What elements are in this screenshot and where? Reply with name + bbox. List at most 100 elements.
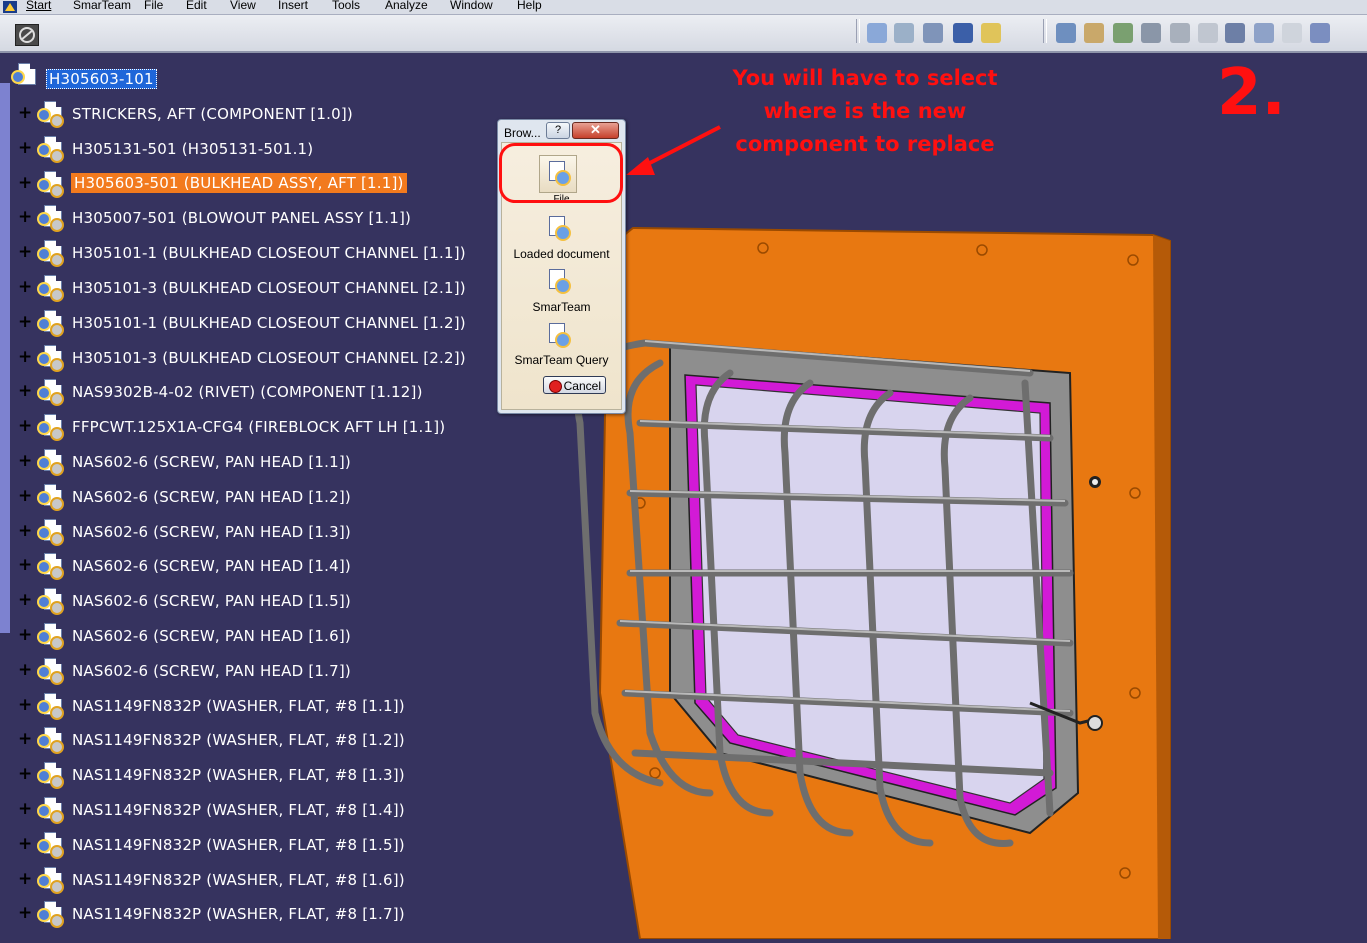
component-icon xyxy=(36,796,68,824)
menu-smarteam[interactable]: SmarTeam xyxy=(73,0,131,12)
toolbar xyxy=(0,15,1367,53)
expand-icon[interactable]: + xyxy=(18,661,32,678)
tree-node-label: H305131-501 (H305131-501.1) xyxy=(72,139,314,158)
menu-start[interactable]: Start xyxy=(26,0,51,12)
expand-icon[interactable]: + xyxy=(18,592,32,609)
toolbar-icon[interactable] xyxy=(1198,23,1218,43)
toolbar-icon[interactable] xyxy=(1141,23,1161,43)
tree-node-label: NAS602-6 (SCREW, PAN HEAD [1.6]) xyxy=(72,627,351,645)
expand-icon[interactable]: + xyxy=(18,835,32,852)
expand-icon[interactable]: + xyxy=(18,209,32,226)
toolbar-separator xyxy=(856,19,860,43)
menu-bar: Start SmarTeam File Edit View Insert Tools Anal… xyxy=(0,0,1367,15)
tree-node-label: NAS9302B-4-02 (RIVET) (COMPONENT [1.12]) xyxy=(72,383,423,402)
expand-icon[interactable]: + xyxy=(18,383,32,400)
expand-icon[interactable]: + xyxy=(18,244,32,261)
toolbar-icon[interactable] xyxy=(953,23,973,43)
expand-icon[interactable]: + xyxy=(18,557,32,574)
menu-edit[interactable]: Edit xyxy=(186,0,207,12)
component-icon xyxy=(36,204,68,233)
tree-node-label: NAS1149FN832P (WASHER, FLAT, #8 [1.3]) xyxy=(72,766,405,785)
toolbar-icon[interactable] xyxy=(1056,23,1076,43)
tree-node-label: NAS602-6 (SCREW, PAN HEAD [1.4]) xyxy=(72,557,351,576)
smarteam-option-button[interactable] xyxy=(539,263,577,301)
menu-help[interactable]: Help xyxy=(517,0,542,12)
toolbar-icon[interactable] xyxy=(867,23,887,43)
expand-icon[interactable]: + xyxy=(18,453,32,470)
toolbar-separator xyxy=(1043,19,1047,43)
cancel-button[interactable]: Cancel xyxy=(543,376,606,394)
expand-icon[interactable]: + xyxy=(18,627,32,644)
expand-icon[interactable]: + xyxy=(18,731,32,748)
tree-scroll-strip[interactable] xyxy=(0,83,10,633)
expand-icon[interactable]: + xyxy=(18,418,32,435)
menu-file[interactable]: File xyxy=(144,0,163,12)
component-icon xyxy=(36,726,68,755)
component-icon xyxy=(36,274,68,302)
tree-node-label: NAS602-6 (SCREW, PAN HEAD [1.2]) xyxy=(72,487,351,506)
annotation-line: where is the new xyxy=(763,99,967,123)
expand-icon[interactable]: + xyxy=(18,487,32,504)
tree-node-label: H305101-3 (BULKHEAD CLOSEOUT CHANNEL [2.… xyxy=(72,348,466,367)
menu-view[interactable]: View xyxy=(230,0,256,12)
cancel-label: Cancel xyxy=(563,379,601,393)
toolbar-icon[interactable] xyxy=(981,23,1001,43)
annotation-line: component to replace xyxy=(735,132,995,156)
component-icon xyxy=(36,135,68,163)
toolbar-icon[interactable] xyxy=(1084,23,1104,43)
expand-icon[interactable]: + xyxy=(18,801,32,818)
menu-window[interactable]: Window xyxy=(450,0,493,12)
tree-node-label: NAS602-6 (SCREW, PAN HEAD [1.3]) xyxy=(72,522,351,541)
toolbar-icon[interactable] xyxy=(923,23,943,43)
loaded-document-option-button[interactable] xyxy=(539,210,577,248)
component-icon xyxy=(36,692,68,720)
tree-node-label: NAS1149FN832P (WASHER, FLAT, #8 [1.6]) xyxy=(72,870,405,889)
toolbar-icon[interactable] xyxy=(1254,23,1274,43)
component-icon xyxy=(36,587,68,616)
tree-node-label: NAS1149FN832P (WASHER, FLAT, #8 [1.4]) xyxy=(72,801,405,819)
toolbar-icon[interactable] xyxy=(894,23,914,43)
component-icon xyxy=(36,900,68,929)
tree-node-label: H305101-3 (BULKHEAD CLOSEOUT CHANNEL [2.… xyxy=(72,279,466,297)
tree-node-label: STRICKERS, AFT (COMPONENT [1.0]) xyxy=(72,105,353,123)
component-icon xyxy=(36,413,68,442)
close-button[interactable]: ✕ xyxy=(572,122,619,139)
catia-logo-icon[interactable] xyxy=(0,0,20,14)
smarteam-option-label: SmarTeam xyxy=(532,300,591,314)
component-icon xyxy=(36,378,68,407)
expand-icon[interactable]: + xyxy=(18,696,32,713)
toolbar-icon[interactable] xyxy=(1170,23,1190,43)
expand-icon[interactable]: + xyxy=(18,348,32,365)
expand-icon[interactable]: + xyxy=(18,313,32,330)
product-icon xyxy=(10,62,42,90)
smarteam-query-option-label: SmarTeam Query xyxy=(514,353,609,367)
help-button[interactable]: ? xyxy=(546,122,570,139)
instruction-annotation: You will have to select where is the new c… xyxy=(690,62,1040,161)
expand-icon[interactable]: + xyxy=(18,766,32,783)
toolbar-icon[interactable] xyxy=(1225,23,1245,43)
expand-icon[interactable]: + xyxy=(18,174,32,191)
expand-icon[interactable]: + xyxy=(18,279,32,296)
menu-insert[interactable]: Insert xyxy=(278,0,308,12)
menu-tools[interactable]: Tools xyxy=(332,0,360,12)
toolbar-icon[interactable] xyxy=(1113,23,1133,43)
tree-node-label: NAS1149FN832P (WASHER, FLAT, #8 [1.7]) xyxy=(72,905,405,924)
toolbar-icon[interactable] xyxy=(1282,23,1302,43)
expand-icon[interactable]: + xyxy=(18,870,32,887)
expand-icon[interactable]: + xyxy=(18,139,32,156)
menu-analyze[interactable]: Analyze xyxy=(385,0,428,12)
tree-node-label: FFPCWT.125X1A-CFG4 (FIREBLOCK AFT LH [1.… xyxy=(72,418,446,437)
component-icon xyxy=(36,761,68,790)
tree-node-label: H305603-501 (BULKHEAD ASSY, AFT [1.1]) xyxy=(71,172,407,193)
component-icon xyxy=(36,170,68,198)
expand-icon[interactable]: + xyxy=(18,905,32,922)
component-icon xyxy=(36,552,68,581)
expand-icon[interactable]: + xyxy=(18,522,32,539)
compass-icon[interactable] xyxy=(15,24,39,46)
tree-root-label: H305603-101 xyxy=(46,69,157,89)
smarteam-query-option-button[interactable] xyxy=(539,317,577,355)
expand-icon[interactable]: + xyxy=(18,105,32,122)
component-icon xyxy=(36,100,68,128)
toolbar-icon[interactable] xyxy=(1310,23,1330,43)
tree-node-label: H305007-501 (BLOWOUT PANEL ASSY [1.1]) xyxy=(72,209,412,228)
